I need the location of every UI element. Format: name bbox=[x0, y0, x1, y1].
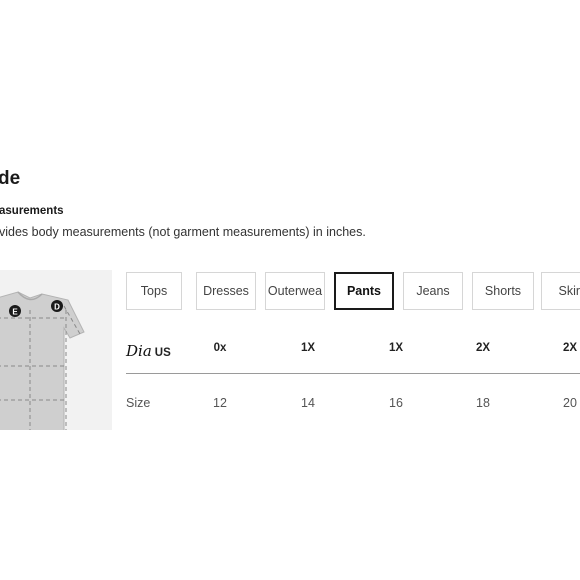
us-size-cell: 2X bbox=[475, 342, 491, 354]
table-divider bbox=[126, 373, 580, 374]
numeric-size-row: Size 12 14 16 18 20 bbox=[126, 396, 580, 416]
shirt-diagram-icon: E D bbox=[0, 291, 85, 430]
numeric-size-cell: 12 bbox=[213, 396, 227, 410]
us-size-row: Dia US 0x 1X 1X 2X 2X bbox=[126, 342, 580, 362]
brand-logo: Dia bbox=[126, 342, 152, 360]
tab-dresses[interactable]: Dresses bbox=[196, 272, 256, 310]
numeric-size-cell: 18 bbox=[476, 396, 490, 410]
numeric-size-cell: 20 bbox=[563, 396, 577, 410]
us-size-cell: 2X bbox=[562, 342, 578, 354]
us-size-cell: 0x bbox=[213, 342, 227, 354]
numeric-size-cell: 16 bbox=[389, 396, 403, 410]
tab-skirts[interactable]: Skirt bbox=[541, 272, 580, 310]
svg-text:D: D bbox=[54, 303, 60, 312]
us-size-cell: 1X bbox=[300, 342, 316, 354]
page-title: de bbox=[0, 168, 21, 189]
numeric-size-cell: 14 bbox=[301, 396, 315, 410]
measurements-heading: asurements bbox=[0, 205, 64, 217]
category-tabs: Tops Dresses Outerwea Pants Jeans Shorts… bbox=[126, 272, 580, 312]
tab-pants[interactable]: Pants bbox=[334, 272, 394, 310]
tab-jeans[interactable]: Jeans bbox=[403, 272, 463, 310]
size-guide-page: de asurements vides body measurements (n… bbox=[0, 0, 580, 580]
tab-tops[interactable]: Tops bbox=[126, 272, 182, 310]
tab-shorts[interactable]: Shorts bbox=[472, 272, 534, 310]
us-size-cell: 1X bbox=[388, 342, 404, 354]
measurements-description: vides body measurements (not garment mea… bbox=[0, 225, 366, 239]
marker-d-icon: D bbox=[51, 300, 63, 312]
us-label: US bbox=[154, 347, 171, 359]
size-row-label: Size bbox=[126, 396, 151, 410]
us-row-label: Dia US bbox=[126, 342, 171, 360]
marker-e-icon: E bbox=[9, 305, 21, 317]
garment-illustration: E D bbox=[0, 270, 112, 430]
svg-text:E: E bbox=[12, 308, 18, 317]
tab-outerwear[interactable]: Outerwea bbox=[265, 272, 325, 310]
